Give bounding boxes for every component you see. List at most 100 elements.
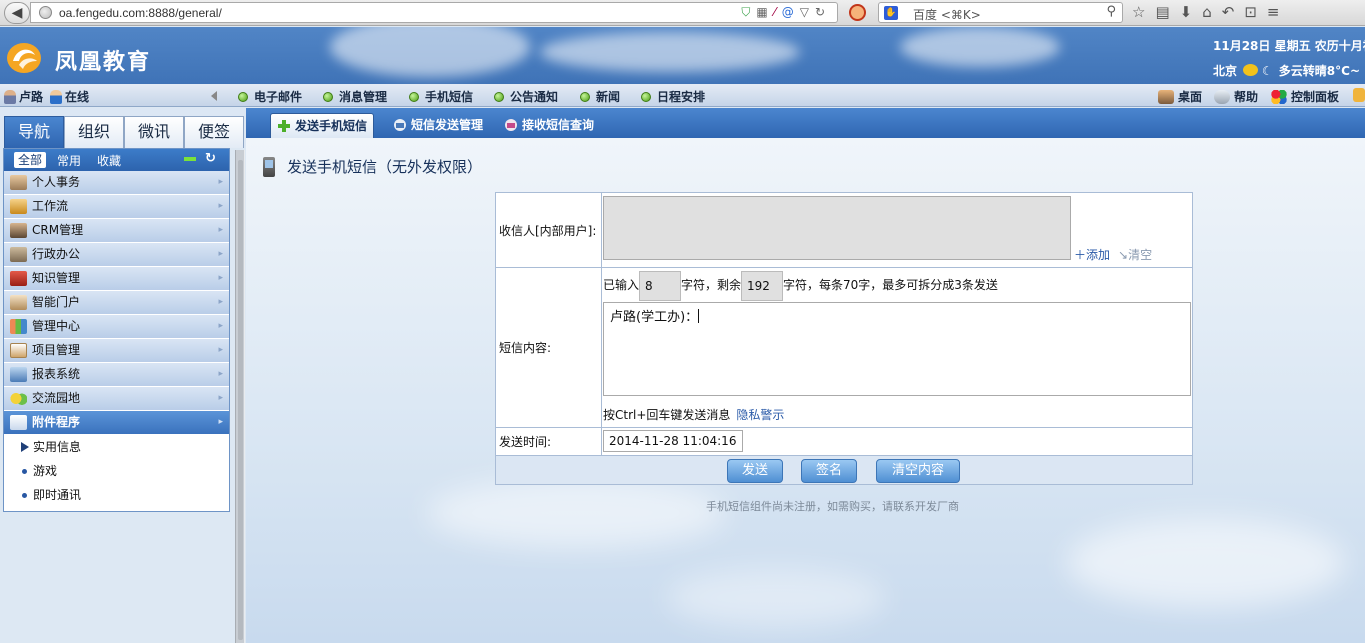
panel-splitter[interactable] [235, 150, 245, 643]
shortcut-news[interactable]: 新闻 [580, 88, 620, 105]
noscript-icon[interactable] [849, 4, 866, 21]
spiral-icon[interactable]: @ [782, 5, 800, 19]
help-link[interactable]: 帮助 [1214, 88, 1258, 105]
portal-house-icon [10, 295, 27, 310]
qr-icon[interactable]: ▦ [756, 5, 773, 19]
search-placeholder: 百度 <⌘K> [913, 8, 981, 22]
menu-management-center[interactable]: 管理中心 ▸ [4, 315, 229, 339]
sms-content-textarea[interactable]: 卢路(学工办)： [603, 302, 1191, 396]
mobile-phone-icon [263, 157, 275, 177]
control-panel-link[interactable]: 控制面板 [1271, 88, 1339, 105]
bullet-icon [22, 469, 27, 474]
menu-admin-office[interactable]: 行政办公 ▸ [4, 243, 229, 267]
address-bar[interactable]: oa.fengedu.com:8888/general/ ⛉▦⁄@▽↻ [30, 2, 838, 23]
history-icon[interactable]: ↶ [1222, 3, 1245, 21]
workflow-icon [10, 199, 27, 214]
privacy-warning-link[interactable]: 隐私警示 [736, 408, 784, 422]
submenu-games[interactable]: 游戏 [4, 459, 229, 483]
collapse-icon[interactable] [184, 157, 196, 161]
clear-recipient-link[interactable]: ↘清空 [1118, 246, 1152, 263]
plus-icon [278, 120, 290, 132]
cloud-decoration [330, 27, 530, 77]
add-recipient-link[interactable]: ＋添加 [1074, 246, 1110, 263]
tab-send-sms[interactable]: 发送手机短信 [270, 113, 375, 138]
bookmark-star-icon[interactable]: ☆ [1132, 3, 1155, 21]
tab-micro-message[interactable]: 微讯 [124, 116, 184, 148]
text-cursor [698, 309, 700, 323]
cloud-decoration [1066, 518, 1346, 608]
desktop-icon [1158, 90, 1174, 104]
subtab-frequent[interactable]: 常用 [57, 152, 81, 169]
back-button[interactable]: ◀ [4, 2, 30, 24]
refresh-icon[interactable]: ↻ [205, 151, 216, 166]
bullet-icon [22, 493, 27, 498]
browser-toolbar: ◀ oa.fengedu.com:8888/general/ ⛉▦⁄@▽↻ ✋ … [0, 0, 1365, 26]
shield-icon[interactable]: ⛉ [741, 5, 756, 19]
recipient-label: 收信人[内部用户]: [495, 192, 602, 268]
browser-toolbar-icons: ☆▤⬇⌂↶⊡≡ [1132, 3, 1289, 21]
scroll-left-icon[interactable] [211, 91, 217, 101]
clear-content-button[interactable]: 清空内容 [876, 459, 960, 483]
remaining-count: 192 [741, 270, 784, 301]
expand-icon: ▸ [218, 345, 223, 355]
crop-icon[interactable]: ⊡ [1244, 3, 1267, 21]
phoenix-logo-icon [7, 43, 41, 73]
green-dot-icon [323, 92, 333, 102]
search-icon[interactable]: ⚲ [1106, 4, 1116, 19]
green-dot-icon [238, 92, 248, 102]
menu-knowledge[interactable]: 知识管理 ▸ [4, 267, 229, 291]
menu-attachments[interactable]: 附件程序 ▸ [4, 411, 229, 435]
registration-note: 手机短信组件尚未注册，如需购买，请联系开发厂商 [706, 500, 959, 513]
shortcut-sms[interactable]: 手机短信 [409, 88, 473, 105]
admin-office-icon [10, 247, 27, 262]
reload-icon[interactable]: ↻ [815, 5, 831, 19]
menu-personal-affairs[interactable]: 个人事务 ▸ [4, 171, 229, 195]
shortcut-email[interactable]: 电子邮件 [238, 88, 302, 105]
menu-crm[interactable]: CRM管理 ▸ [4, 219, 229, 243]
baidu-icon: ✋ [884, 6, 898, 20]
desktop-link[interactable]: 桌面 [1158, 88, 1202, 105]
signature-button[interactable]: 签名 [801, 459, 857, 483]
recipient-input[interactable] [603, 196, 1071, 260]
tab-navigation[interactable]: 导航 [4, 116, 64, 148]
cloud-decoration [540, 32, 800, 72]
tab-notes[interactable]: 便签 [184, 116, 244, 148]
date-text: 11月28日 星期五 农历十月初 [1213, 39, 1365, 53]
expand-icon: ▸ [218, 249, 223, 259]
cloudy-icon [1243, 64, 1259, 76]
menu-portal[interactable]: 智能门户 ▸ [4, 291, 229, 315]
search-input[interactable]: ✋ 百度 <⌘K> ⚲ [878, 2, 1123, 23]
send-time-input[interactable]: 2014-11-28 11:04:16 [603, 430, 743, 452]
menu-community[interactable]: 交流园地 ▸ [4, 387, 229, 411]
subtab-all[interactable]: 全部 [14, 152, 47, 168]
address-bar-icons: ⛉▦⁄@▽↻ [741, 5, 831, 20]
logout-link[interactable] [1353, 88, 1365, 102]
content-label: 短信内容: [495, 267, 602, 428]
user-name[interactable]: 卢路 [4, 88, 43, 105]
community-icon [10, 391, 27, 406]
menu-icon[interactable]: ≡ [1267, 3, 1290, 21]
online-status[interactable]: 在线 [50, 88, 89, 105]
tab-organization[interactable]: 组织 [64, 116, 124, 148]
home-icon[interactable]: ⌂ [1202, 3, 1222, 21]
tab-sms-management[interactable]: 短信发送管理 [387, 113, 489, 138]
menu-project[interactable]: 项目管理 ▸ [4, 339, 229, 363]
subtab-favorites[interactable]: 收藏 [97, 152, 121, 169]
management-icon [10, 319, 27, 334]
shortcut-schedule[interactable]: 日程安排 [641, 88, 705, 105]
globe-icon [39, 6, 52, 19]
shortcut-messages[interactable]: 消息管理 [323, 88, 387, 105]
submenu-instant-messaging[interactable]: 即时通讯 [4, 483, 229, 507]
menu-reports[interactable]: 报表系统 ▸ [4, 363, 229, 387]
feather-icon[interactable]: ⁄ [774, 5, 782, 19]
submenu-useful-info[interactable]: 实用信息 [4, 435, 229, 459]
shortcut-notices[interactable]: 公告通知 [494, 88, 558, 105]
tab-received-sms[interactable]: 接收短信查询 [498, 113, 600, 138]
reading-list-icon[interactable]: ▤ [1155, 3, 1179, 21]
splitter-grip[interactable] [238, 160, 243, 640]
download-icon[interactable]: ⬇ [1180, 3, 1203, 21]
dropdown-icon[interactable]: ▽ [800, 5, 815, 19]
expand-icon: ▸ [218, 297, 223, 307]
send-button[interactable]: 发送 [727, 459, 783, 483]
menu-workflow[interactable]: 工作流 ▸ [4, 195, 229, 219]
